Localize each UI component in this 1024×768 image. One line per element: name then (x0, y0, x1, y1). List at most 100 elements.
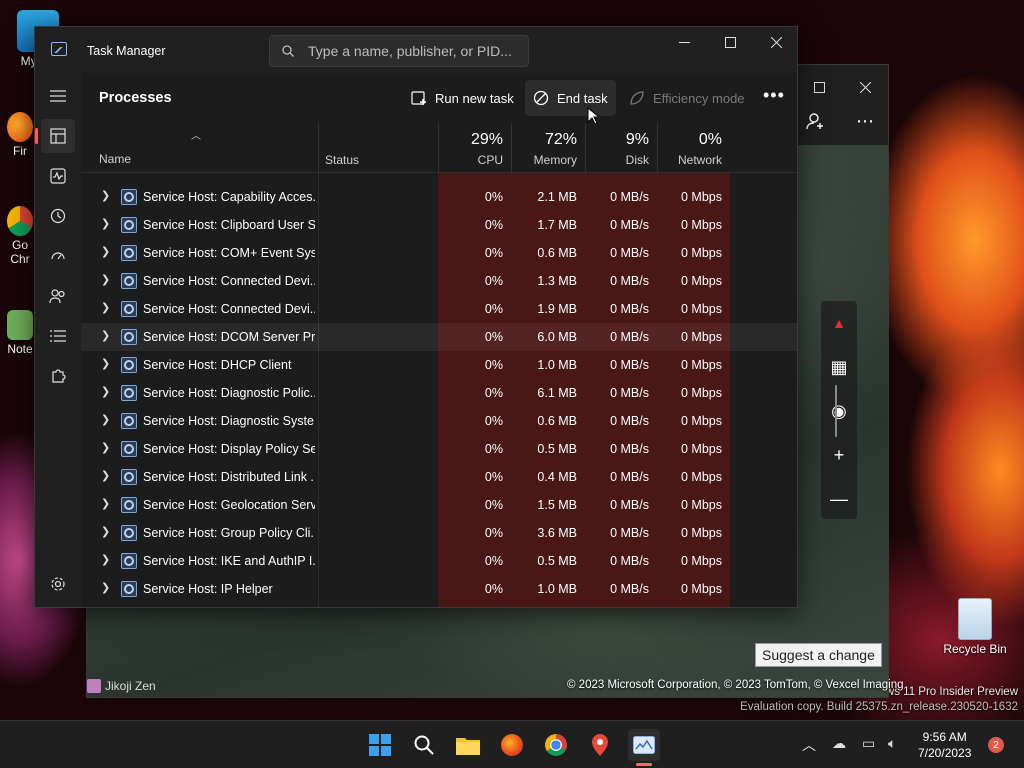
expand-chevron-icon[interactable]: ❯ (101, 385, 110, 398)
expand-chevron-icon[interactable]: ❯ (101, 245, 110, 258)
speedometer-icon (51, 252, 65, 260)
network-value: 0 Mbps (681, 498, 722, 512)
end-task-button[interactable]: End task (525, 80, 616, 116)
show-hidden-icons-button[interactable]: ︿ (802, 735, 816, 755)
chrome-button[interactable] (540, 729, 572, 761)
expand-chevron-icon[interactable]: ❯ (101, 497, 110, 510)
locate-button[interactable]: ◉ (821, 389, 857, 433)
sort-caret-icon: ︿ (191, 131, 201, 142)
volume-icon[interactable]: 🔈︎ (888, 735, 896, 752)
maximize-icon (813, 81, 825, 93)
expand-chevron-icon[interactable]: ❯ (101, 357, 110, 370)
nav-startup-apps[interactable] (41, 239, 75, 273)
start-button[interactable] (364, 729, 396, 761)
expand-chevron-icon[interactable]: ❯ (101, 525, 110, 538)
nav-menu-button[interactable] (41, 79, 75, 113)
process-row[interactable]: ❯ Service Host: Diagnostic Syste... 0% 0.6 … (81, 407, 797, 435)
process-row[interactable]: ❯ Service Host: Connected Devi... 0% 1.3 MB… (81, 267, 797, 295)
efficiency-mode-button[interactable]: Efficiency mode (621, 80, 753, 116)
expand-chevron-icon[interactable]: ❯ (101, 329, 110, 342)
process-row[interactable]: ❯ Service Host: Capability Acces... 0% 2.1 … (81, 183, 797, 211)
file-explorer-button[interactable] (452, 729, 484, 761)
zoom-out-button[interactable]: — (821, 477, 857, 521)
search-button[interactable] (408, 729, 440, 761)
cpu-value: 0% (484, 554, 503, 568)
disk-label: Disk (625, 153, 649, 167)
header-cpu[interactable]: 29% CPU (438, 123, 511, 173)
network-icon[interactable]: ▭ (862, 735, 875, 752)
cpu-value: 0% (484, 274, 503, 288)
compass-button[interactable]: ▲ (821, 301, 857, 345)
expand-chevron-icon[interactable]: ❯ (101, 301, 110, 314)
process-row[interactable]: ❯ Service Host: Connected Devi... 0% 1.9 MB… (81, 295, 797, 323)
minimize-button[interactable] (661, 27, 707, 57)
expand-chevron-icon[interactable]: ❯ (101, 469, 110, 482)
clock[interactable]: 9:56 AM 7/20/2023 (918, 729, 971, 761)
header-memory[interactable]: 72% Memory (511, 123, 585, 173)
account-button[interactable] (799, 105, 831, 137)
vertical-scrollbar[interactable] (835, 385, 837, 437)
close-button[interactable] (849, 73, 881, 101)
clock-date: 7/20/2023 (918, 746, 972, 760)
process-name: Service Host: Diagnostic Syste... (143, 414, 315, 428)
process-row[interactable]: ❯ Service Host: Distributed Link ... 0% 0.4… (81, 463, 797, 491)
maximize-button[interactable] (707, 27, 753, 57)
nav-users[interactable] (41, 279, 75, 313)
more-options-button[interactable]: ••• (763, 85, 785, 106)
expand-chevron-icon[interactable]: ❯ (101, 273, 110, 286)
suggest-change-button[interactable]: Suggest a change (755, 643, 882, 667)
nav-app-history[interactable] (41, 199, 75, 233)
nav-performance[interactable] (41, 159, 75, 193)
process-row[interactable]: ❯ Service Host: Display Policy Se... 0% 0.5… (81, 435, 797, 463)
disk-value: 0 MB/s (610, 302, 649, 316)
more-button[interactable]: ⋯ (849, 105, 881, 137)
disk-value: 0 MB/s (610, 582, 649, 596)
header-name[interactable]: Name (99, 152, 131, 166)
process-row[interactable]: ❯ Service Host: COM+ Event Sys... 0% 0.6 MB… (81, 239, 797, 267)
process-row[interactable]: ❯ Service Host: Group Policy Cli... 0% 3.6 … (81, 519, 797, 547)
watermark-line1: ws 11 Pro Insider Preview (885, 686, 1018, 698)
expand-chevron-icon[interactable]: ❯ (101, 553, 110, 566)
process-row[interactable]: ❯ Service Host: IKE and AuthIP I... 0% 0.5 … (81, 547, 797, 575)
header-status-col[interactable]: Status (318, 123, 438, 173)
zoom-in-button[interactable]: + (821, 433, 857, 477)
nav-processes[interactable] (41, 119, 75, 153)
process-row[interactable]: ❯ Service Host: Diagnostic Polic... 0% 6.1 … (81, 379, 797, 407)
disk-value: 0 MB/s (610, 358, 649, 372)
expand-chevron-icon[interactable]: ❯ (101, 189, 110, 202)
task-manager-taskbar-button[interactable] (628, 729, 660, 766)
search-icon (414, 735, 434, 755)
process-row[interactable]: ❯ Service Host: IP Helper 0% 1.0 MB 0 MB/s 0 … (81, 575, 797, 603)
notepad-icon (7, 310, 33, 340)
run-new-task-button[interactable]: Run new task (403, 80, 522, 116)
firefox-button[interactable] (496, 729, 528, 761)
process-row[interactable]: ❯ Service Host: DHCP Client 0% 1.0 MB 0 MB/s… (81, 351, 797, 379)
process-row[interactable]: ❯ Service Host: DCOM Server Pr... 0% 6.0 MB… (81, 323, 797, 351)
expand-chevron-icon[interactable]: ❯ (101, 581, 110, 594)
notification-badge[interactable]: 2 (988, 737, 1004, 753)
desktop-icon-recycle-bin[interactable]: Recycle Bin (938, 598, 1012, 656)
process-row[interactable]: ❯ Service Host: Clipboard User S... 0% 1.7 … (81, 211, 797, 239)
memory-value: 3.6 MB (537, 526, 577, 540)
3d-view-button[interactable]: ▦ (821, 345, 857, 389)
network-value: 0 Mbps (681, 358, 722, 372)
task-manager-window[interactable]: Task Manager Type a name, publisher, or … (34, 26, 837, 608)
header-disk[interactable]: 9% Disk (585, 123, 657, 173)
close-icon (859, 81, 871, 93)
expand-chevron-icon[interactable]: ❯ (101, 413, 110, 426)
nav-details[interactable] (41, 319, 75, 353)
header-network[interactable]: 0% Network (657, 123, 730, 173)
nav-settings[interactable] (41, 567, 75, 601)
process-row[interactable]: ❯ Service Host: Geolocation Serv... 0% 1.5 … (81, 491, 797, 519)
disk-value: 0 MB/s (610, 246, 649, 260)
search-icon (282, 45, 294, 57)
search-box[interactable]: Type a name, publisher, or PID... (269, 35, 529, 67)
maximize-button[interactable] (803, 73, 835, 101)
expand-chevron-icon[interactable]: ❯ (101, 217, 110, 230)
service-host-icon (121, 385, 137, 401)
close-button[interactable] (753, 27, 799, 57)
nav-services[interactable] (41, 359, 75, 393)
maps-button[interactable] (584, 729, 616, 761)
expand-chevron-icon[interactable]: ❯ (101, 441, 110, 454)
cloud-off-icon[interactable]: ☁ (832, 735, 846, 752)
